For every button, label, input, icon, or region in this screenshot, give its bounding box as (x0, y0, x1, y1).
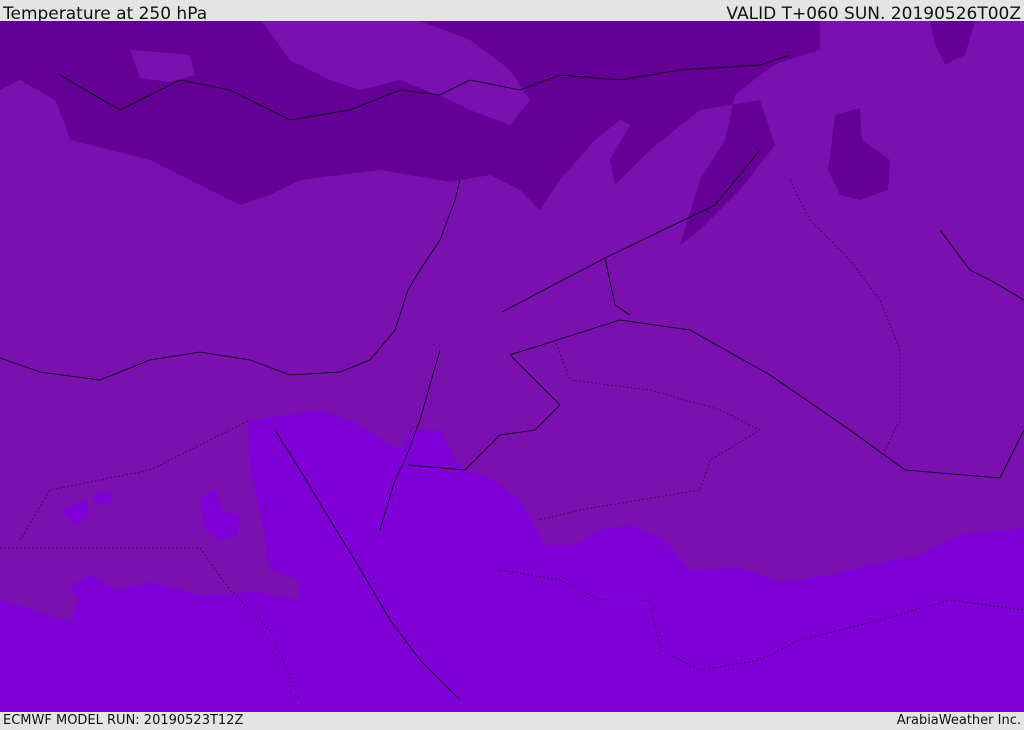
mid-patch-aegean (130, 50, 195, 82)
footer-bar: ECMWF MODEL RUN: 20190523T12Z ArabiaWeat… (0, 712, 1024, 729)
model-run: ECMWF MODEL RUN: 20190523T12Z (3, 713, 244, 728)
header-bar: Temperature at 250 hPa VALID T+060 SUN. … (0, 0, 1024, 24)
credit: ArabiaWeather Inc. (896, 713, 1021, 728)
temperature-map (0, 21, 1024, 712)
